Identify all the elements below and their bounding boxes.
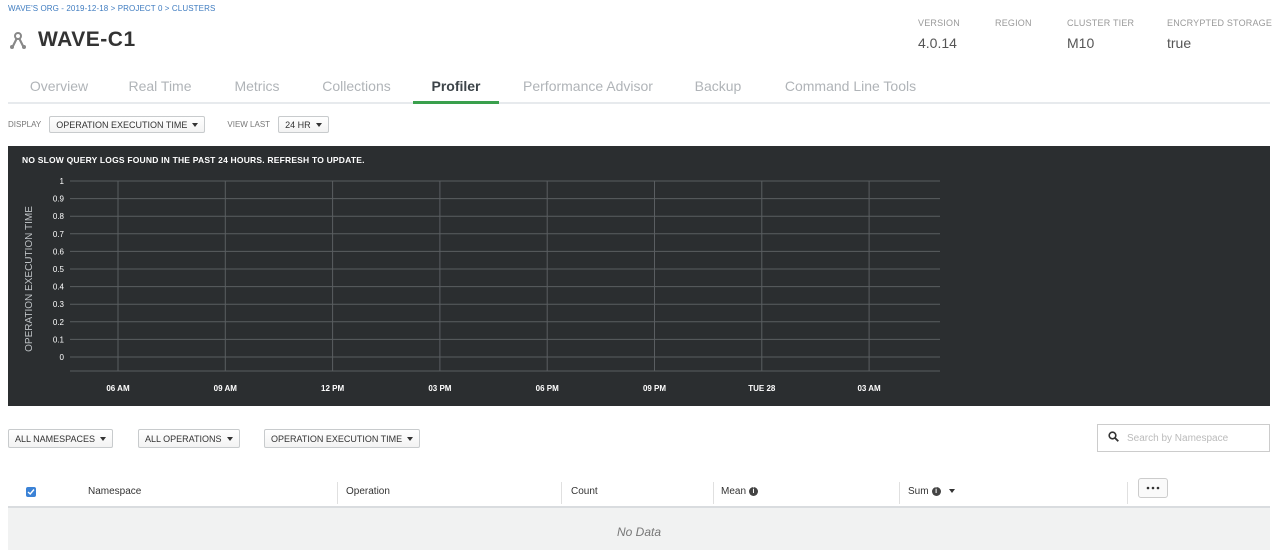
- column-divider: [561, 482, 562, 504]
- y-axis-label: OPERATION EXECUTION TIME: [24, 206, 35, 352]
- table-header: Namespace Operation Count Mean i Sum i: [8, 478, 1270, 508]
- operations-filter-value: ALL OPERATIONS: [145, 433, 222, 444]
- y-tick-label: 0.2: [53, 318, 65, 327]
- tab-profiler[interactable]: Profiler: [413, 72, 499, 104]
- tab-command-line-tools[interactable]: Command Line Tools: [763, 72, 938, 102]
- profiler-chart-panel: NO SLOW QUERY LOGS FOUND IN THE PAST 24 …: [8, 146, 1270, 406]
- column-header-mean[interactable]: Mean i: [721, 486, 759, 497]
- meta-label: ENCRYPTED STORAGE: [1167, 18, 1273, 28]
- y-tick-label: 0.4: [53, 283, 65, 292]
- metric-filter-value: OPERATION EXECUTION TIME: [271, 433, 403, 444]
- x-tick-label: 06 AM: [106, 384, 130, 393]
- profiler-chart: 0 0.1 0.2 0.3 0.4 0.5 0.6 0.7 0.8 0.9 1 06 AM 09 AM 1…: [24, 177, 940, 393]
- caret-down-icon: [226, 436, 233, 441]
- tab-real-time[interactable]: Real Time: [110, 72, 210, 102]
- select-all-checkbox[interactable]: [26, 487, 36, 497]
- column-header-namespace[interactable]: Namespace: [88, 486, 141, 497]
- y-tick-label: 0.3: [53, 300, 65, 309]
- meta-label: REGION: [995, 18, 1032, 28]
- chart-controls: DISPLAY OPERATION EXECUTION TIME VIEW LA…: [8, 116, 329, 133]
- cluster-header: WAVE-C1: [8, 28, 136, 52]
- view-last-label: VIEW LAST: [227, 120, 271, 129]
- y-tick-label: 0.7: [53, 230, 65, 239]
- sort-desc-icon[interactable]: [949, 489, 956, 494]
- meta-cluster-tier: CLUSTER TIER M10: [1067, 18, 1134, 51]
- x-tick-label: 12 PM: [321, 384, 344, 393]
- meta-encrypted-storage: ENCRYPTED STORAGE true: [1167, 18, 1272, 51]
- caret-down-icon: [407, 436, 414, 441]
- y-tick-label: 1: [60, 177, 65, 186]
- view-last-dropdown[interactable]: 24 HR: [278, 116, 329, 133]
- page-title: WAVE-C1: [38, 28, 136, 51]
- y-tick-label: 0.8: [53, 212, 65, 221]
- table-empty-state: No Data: [8, 508, 1270, 550]
- column-divider: [337, 482, 338, 504]
- breadcrumb[interactable]: WAVE'S ORG - 2019-12-18 > PROJECT 0 > CL…: [8, 4, 215, 13]
- meta-region: REGION: [995, 18, 1032, 35]
- column-header-mean-label: Mean: [721, 486, 747, 497]
- namespaces-filter[interactable]: ALL NAMESPACES: [8, 429, 114, 448]
- meta-value: M10: [1067, 35, 1095, 51]
- caret-down-icon: [100, 436, 107, 441]
- ellipsis-icon: [1146, 486, 1160, 490]
- search-icon: [1108, 429, 1119, 447]
- x-tick-label: 06 PM: [536, 384, 559, 393]
- info-icon[interactable]: i: [749, 486, 759, 496]
- column-header-sum-label: Sum: [908, 486, 929, 497]
- column-divider: [713, 482, 714, 504]
- tab-performance-advisor[interactable]: Performance Advisor: [503, 72, 673, 102]
- namespaces-filter-value: ALL NAMESPACES: [15, 433, 96, 444]
- cluster-icon: [8, 30, 28, 50]
- meta-label: CLUSTER TIER: [1067, 18, 1135, 28]
- column-header-count[interactable]: Count: [571, 486, 598, 497]
- meta-version: VERSION 4.0.14: [918, 18, 960, 51]
- y-tick-label: 0.1: [53, 335, 65, 344]
- meta-value: true: [1167, 35, 1192, 51]
- column-options-button[interactable]: [1138, 478, 1168, 498]
- tab-bar: Overview Real Time Metrics Collections P…: [8, 72, 1270, 104]
- display-dropdown[interactable]: OPERATION EXECUTION TIME: [49, 116, 206, 133]
- tab-overview[interactable]: Overview: [8, 72, 110, 102]
- x-tick-label: 03 PM: [428, 384, 451, 393]
- caret-down-icon: [315, 122, 322, 127]
- column-divider: [1127, 482, 1128, 504]
- operations-filter[interactable]: ALL OPERATIONS: [138, 429, 240, 448]
- tab-collections[interactable]: Collections: [304, 72, 409, 102]
- search-input[interactable]: [1125, 431, 1259, 445]
- metric-filter[interactable]: OPERATION EXECUTION TIME: [264, 429, 421, 448]
- display-dropdown-value: OPERATION EXECUTION TIME: [56, 119, 188, 130]
- meta-label: VERSION: [918, 18, 960, 28]
- info-icon[interactable]: i: [931, 486, 941, 496]
- y-tick-label: 0: [60, 353, 65, 362]
- y-tick-label: 0.9: [53, 195, 65, 204]
- tab-metrics[interactable]: Metrics: [210, 72, 304, 102]
- meta-value: 4.0.14: [918, 35, 957, 51]
- x-tick-label: 09 AM: [214, 384, 238, 393]
- x-tick-label: 09 PM: [643, 384, 666, 393]
- view-last-dropdown-value: 24 HR: [285, 119, 311, 130]
- tab-backup[interactable]: Backup: [673, 72, 763, 102]
- y-tick-label: 0.6: [53, 247, 65, 256]
- namespace-search: [1097, 424, 1270, 452]
- column-header-operation[interactable]: Operation: [346, 486, 390, 497]
- x-tick-label: 03 AM: [857, 384, 881, 393]
- caret-down-icon: [192, 122, 199, 127]
- check-icon: [27, 489, 35, 496]
- column-divider: [899, 482, 900, 504]
- display-label: DISPLAY: [8, 120, 42, 129]
- x-tick-label: TUE 28: [748, 384, 776, 393]
- column-header-sum[interactable]: Sum i: [908, 486, 956, 497]
- y-tick-label: 0.5: [53, 265, 65, 274]
